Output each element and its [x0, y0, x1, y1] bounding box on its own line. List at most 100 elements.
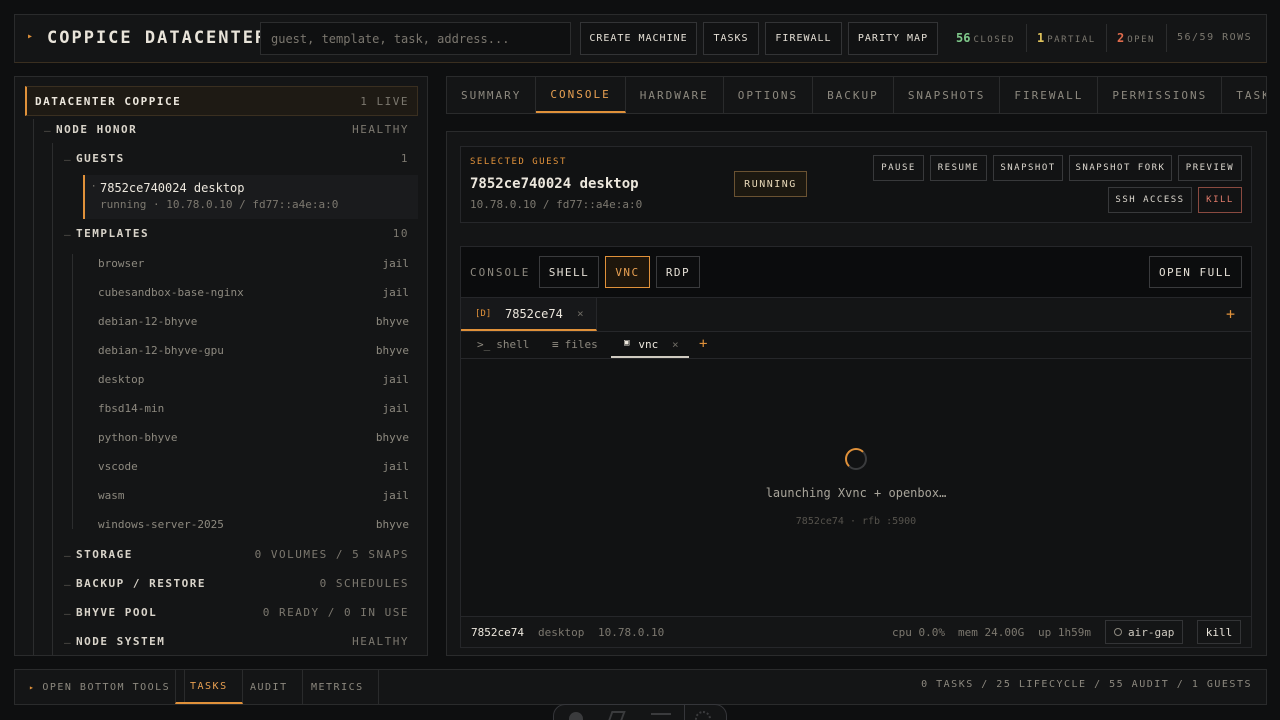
template-item[interactable]: windows-server-2025 bhyve: [98, 510, 409, 539]
snapshot-fork-button[interactable]: SNAPSHOT FORK: [1069, 155, 1172, 181]
tab-summary[interactable]: SUMMARY: [447, 77, 537, 113]
node-system-meta: HEALTHY: [352, 635, 409, 648]
subtab-shell[interactable]: >_ shell: [477, 338, 529, 351]
selected-guest-eyebrow: SELECTED GUEST: [470, 157, 567, 167]
bhyve-pool-label: BHYVE POOL: [76, 606, 158, 619]
resource-tree-panel: DATACENTER COPPICE 1 LIVE – NODE HONOR H…: [14, 76, 428, 656]
bottom-tab-metrics[interactable]: METRICS: [297, 670, 379, 704]
tree-item-guests[interactable]: GUESTS 1: [76, 144, 409, 173]
mode-vnc-button[interactable]: VNC: [605, 256, 650, 288]
tab-console[interactable]: CONSOLE: [536, 77, 626, 113]
tab-firewall[interactable]: FIREWALL: [1000, 77, 1099, 113]
subtab-files[interactable]: ≡ files: [552, 338, 598, 351]
create-machine-button[interactable]: CREATE MACHINE: [580, 22, 697, 55]
template-item[interactable]: wasm jail: [98, 481, 409, 510]
template-item[interactable]: debian-12-bhyve bhyve: [98, 307, 409, 336]
air-gap-label: air-gap: [1128, 625, 1175, 639]
closed-count: 56: [956, 31, 971, 45]
rows-count: 56/59 ROWS: [1177, 32, 1253, 43]
template-name: desktop: [98, 373, 145, 386]
tasks-button[interactable]: TASKS: [703, 22, 759, 55]
template-list: browser jail cubesandbox-base-nginx jail d…: [98, 249, 409, 539]
template-name: debian-12-bhyve: [98, 315, 198, 328]
node-status: HEALTHY: [352, 123, 409, 136]
tree-item-node-honor[interactable]: NODE HONOR HEALTHY: [56, 115, 409, 144]
partial-stat: 1 PARTIAL: [1037, 31, 1096, 45]
template-item[interactable]: fbsd14-min jail: [98, 394, 409, 423]
template-kind: bhyve: [375, 431, 409, 444]
template-item[interactable]: debian-12-bhyve-gpu bhyve: [98, 336, 409, 365]
branch-icon: –: [44, 124, 51, 137]
divider: [1106, 24, 1107, 52]
screen-icon: ▣: [624, 338, 630, 348]
tree-item-bhyve-pool[interactable]: BHYVE POOL 0 READY / 0 IN USE: [76, 598, 409, 627]
template-name: cubesandbox-base-nginx: [98, 286, 244, 299]
subtab-shell-label: shell: [496, 338, 530, 351]
template-name: wasm: [98, 489, 125, 502]
backup-meta: 0 SCHEDULES: [319, 577, 409, 590]
template-item[interactable]: desktop jail: [98, 365, 409, 394]
tree-item-node-system[interactable]: NODE SYSTEM HEALTHY: [76, 627, 409, 655]
template-item[interactable]: vscode jail: [98, 452, 409, 481]
parity-map-button[interactable]: PARITY MAP: [848, 22, 938, 55]
session-tab-label: 7852ce74: [505, 307, 563, 321]
open-bottom-tools-label: OPEN BOTTOM TOOLS: [42, 681, 171, 693]
open-stat: 2 OPEN: [1117, 31, 1155, 45]
user-icon[interactable]: [569, 712, 583, 720]
tree-item-storage[interactable]: STORAGE 0 VOLUMES / 5 SNAPS: [76, 540, 409, 569]
footer-kill-button[interactable]: kill: [1197, 620, 1241, 644]
open-full-button[interactable]: OPEN FULL: [1149, 256, 1242, 288]
tab-permissions[interactable]: PERMISSIONS: [1098, 77, 1223, 113]
datacenter-row: DATACENTER COPPICE 1 LIVE: [35, 86, 409, 116]
tree-item-backup[interactable]: BACKUP / RESTORE 0 SCHEDULES: [76, 569, 409, 598]
tree-item-templates[interactable]: TEMPLATES 10: [76, 219, 409, 248]
ssh-access-button[interactable]: SSH ACCESS: [1108, 187, 1192, 213]
air-gap-toggle[interactable]: air-gap: [1105, 620, 1183, 644]
open-bottom-tools-button[interactable]: ▸ OPEN BOTTOM TOOLS: [15, 670, 186, 704]
footer-guest-ip: 10.78.0.10: [598, 626, 665, 639]
tab-snapshots[interactable]: SNAPSHOTS: [894, 77, 1001, 113]
tab-options[interactable]: OPTIONS: [724, 77, 814, 113]
bottom-tab-tasks[interactable]: TASKS: [175, 670, 243, 704]
dock-divider: [684, 705, 685, 720]
datacenter-label: DATACENTER COPPICE: [35, 94, 182, 108]
snapshot-button[interactable]: SNAPSHOT: [993, 155, 1063, 181]
template-item[interactable]: python-bhyve bhyve: [98, 423, 409, 452]
add-subtab-icon[interactable]: +: [699, 336, 707, 352]
tab-hardware[interactable]: HARDWARE: [626, 77, 724, 113]
kill-button[interactable]: KILL: [1198, 187, 1242, 213]
mode-shell-button[interactable]: SHELL: [539, 256, 599, 288]
template-item[interactable]: cubesandbox-base-nginx jail: [98, 278, 409, 307]
template-name: browser: [98, 257, 145, 270]
template-item[interactable]: browser jail: [98, 249, 409, 278]
branch-icon: –: [64, 549, 71, 562]
selected-guest-name: 7852ce740024 desktop: [470, 176, 639, 192]
resume-button[interactable]: RESUME: [930, 155, 987, 181]
menu-arrow-icon[interactable]: ▸: [27, 31, 33, 42]
mode-rdp-button[interactable]: RDP: [656, 256, 700, 288]
search-input[interactable]: [260, 22, 571, 55]
tab-backup[interactable]: BACKUP: [813, 77, 894, 113]
template-kind: jail: [382, 460, 410, 473]
template-name: fbsd14-min: [98, 402, 165, 415]
pause-button[interactable]: PAUSE: [873, 155, 924, 181]
firewall-button[interactable]: FIREWALL: [765, 22, 842, 55]
template-name: python-bhyve: [98, 431, 178, 444]
footer-mem: mem 24.00G: [958, 626, 1025, 639]
bottom-summary: 0 TASKS / 25 LIFECYCLE / 55 AUDIT / 1 GU…: [921, 679, 1252, 690]
desktop-badge-icon: [D]: [475, 309, 492, 319]
add-session-icon[interactable]: +: [1226, 305, 1235, 323]
divider: [1166, 24, 1167, 52]
preview-button[interactable]: PREVIEW: [1178, 155, 1242, 181]
terminal-icon: >_: [477, 338, 491, 351]
menu-icon[interactable]: [651, 713, 671, 715]
subtab-files-label: files: [564, 338, 598, 351]
tab-tasks[interactable]: TASKS: [1222, 77, 1266, 113]
guests-count: 1: [400, 152, 409, 165]
close-session-icon[interactable]: ×: [577, 307, 584, 320]
gear-icon[interactable]: [695, 711, 711, 720]
close-subtab-icon[interactable]: ×: [672, 338, 679, 351]
closed-stat: 56 CLOSED: [956, 31, 1015, 45]
bottom-tab-audit[interactable]: AUDIT: [236, 670, 303, 704]
storage-meta: 0 VOLUMES / 5 SNAPS: [254, 548, 409, 561]
